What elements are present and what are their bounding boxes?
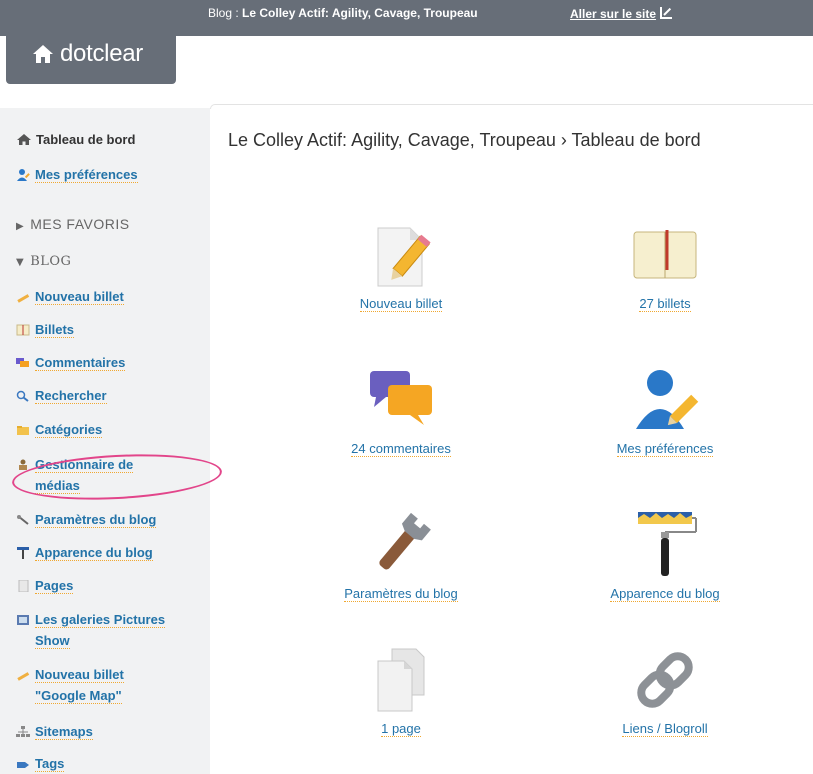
dashboard-label: Tableau de bord bbox=[36, 132, 136, 147]
favorites-label: MES FAVORIS bbox=[30, 216, 130, 232]
comments-link[interactable]: Commentaires bbox=[35, 355, 126, 371]
blog-settings-link[interactable]: Paramètres du blog bbox=[35, 512, 157, 528]
caret-down-icon: ▼ bbox=[16, 257, 25, 268]
paint-roller-icon bbox=[16, 546, 30, 559]
blog-section-label: BLOG bbox=[30, 254, 72, 269]
external-link-icon bbox=[660, 7, 673, 19]
categories-link[interactable]: Catégories bbox=[35, 422, 103, 438]
sidebar-item-search[interactable]: Rechercher bbox=[16, 388, 107, 404]
goto-site-link[interactable]: Aller sur le site bbox=[570, 6, 673, 21]
user-icon bbox=[16, 168, 30, 181]
paint-roller-icon bbox=[630, 510, 700, 580]
sitemaps-link[interactable]: Sitemaps bbox=[35, 724, 93, 740]
search-link[interactable]: Rechercher bbox=[35, 388, 107, 404]
pages-icon bbox=[366, 645, 436, 715]
sidebar-item-tags[interactable]: Tags bbox=[16, 756, 65, 772]
sidebar-item-sitemaps[interactable]: Sitemaps bbox=[16, 724, 93, 740]
pictures-show-link[interactable]: Les galeries Pictures bbox=[35, 612, 166, 628]
sidebar-item-pictures-show[interactable]: Les galeries Pictures bbox=[16, 612, 166, 628]
comments-icon bbox=[366, 365, 436, 435]
pencil-icon bbox=[16, 291, 30, 303]
sidebar-item-categories[interactable]: Catégories bbox=[16, 422, 103, 438]
new-post-icon bbox=[366, 220, 436, 290]
sidebar-item-blog-appearance[interactable]: Apparence du blog bbox=[16, 545, 153, 561]
section-favorites[interactable]: ▶ MES FAVORIS bbox=[16, 216, 130, 232]
preferences-link[interactable]: Mes préférences bbox=[35, 167, 138, 183]
sidebar-item-pages[interactable]: Pages bbox=[16, 578, 74, 594]
sidebar-item-comments[interactable]: Commentaires bbox=[16, 355, 126, 371]
tag-icon bbox=[16, 758, 30, 770]
preferences-tile-link[interactable]: Mes préférences bbox=[616, 441, 714, 457]
dotclear-logo[interactable]: dotclear bbox=[6, 22, 176, 84]
new-post-tile-link[interactable]: Nouveau billet bbox=[359, 296, 443, 312]
home-icon bbox=[33, 45, 53, 63]
pictures-show-link-line2[interactable]: Show bbox=[35, 633, 70, 649]
wrench-icon bbox=[366, 510, 436, 580]
blog-label: Blog : bbox=[208, 6, 243, 20]
breadcrumb: Le Colley Actif: Agility, Cavage, Troupe… bbox=[228, 130, 701, 150]
sitemap-icon bbox=[16, 725, 30, 738]
sidebar-item-google-map-line2[interactable]: "Google Map" bbox=[35, 688, 122, 704]
comments-icon bbox=[16, 357, 30, 369]
tile-posts[interactable]: 27 billets bbox=[590, 220, 740, 313]
pages-link[interactable]: Pages bbox=[35, 578, 74, 594]
sidebar-item-new-post[interactable]: Nouveau billet bbox=[16, 289, 124, 305]
new-post-link[interactable]: Nouveau billet bbox=[35, 289, 124, 305]
sidebar-item-preferences[interactable]: Mes préférences bbox=[16, 167, 138, 183]
chain-link-icon bbox=[630, 645, 700, 715]
tile-blog-appearance[interactable]: Apparence du blog bbox=[590, 510, 740, 603]
blog-appearance-tile-link[interactable]: Apparence du blog bbox=[610, 586, 720, 602]
blog-settings-tile-link[interactable]: Paramètres du blog bbox=[344, 586, 458, 602]
tags-link[interactable]: Tags bbox=[35, 756, 65, 772]
main-panel-border bbox=[210, 104, 813, 109]
blog-name: Le Colley Actif: Agility, Cavage, Troupe… bbox=[242, 6, 478, 20]
tile-pages[interactable]: 1 page bbox=[326, 645, 476, 738]
pencil-icon bbox=[16, 669, 30, 681]
sidebar-item-blog-settings[interactable]: Paramètres du blog bbox=[16, 512, 157, 528]
book-icon bbox=[16, 324, 30, 336]
tile-new-post[interactable]: Nouveau billet bbox=[326, 220, 476, 313]
sidebar-item-dashboard[interactable]: Tableau de bord bbox=[16, 132, 135, 147]
pages-tile-link[interactable]: 1 page bbox=[381, 721, 421, 737]
gallery-icon bbox=[16, 614, 30, 626]
comments-tile-link[interactable]: 24 commentaires bbox=[351, 441, 451, 457]
current-blog: Blog : Le Colley Actif: Agility, Cavage,… bbox=[208, 6, 478, 20]
tile-comments[interactable]: 24 commentaires bbox=[326, 365, 476, 458]
page-icon bbox=[16, 579, 30, 593]
folder-icon bbox=[16, 424, 30, 436]
book-icon bbox=[630, 220, 700, 290]
posts-link[interactable]: Billets bbox=[35, 322, 75, 338]
sidebar-item-posts[interactable]: Billets bbox=[16, 322, 75, 338]
search-icon bbox=[16, 390, 30, 402]
tile-blog-settings[interactable]: Paramètres du blog bbox=[326, 510, 476, 603]
sidebar-item-google-map[interactable]: Nouveau billet bbox=[16, 667, 124, 683]
wrench-icon bbox=[16, 514, 30, 526]
links-tile-link[interactable]: Liens / Blogroll bbox=[622, 721, 708, 737]
caret-right-icon: ▶ bbox=[16, 221, 25, 232]
posts-tile-link[interactable]: 27 billets bbox=[639, 296, 691, 312]
tile-links[interactable]: Liens / Blogroll bbox=[590, 645, 740, 738]
goto-site-label: Aller sur le site bbox=[570, 7, 657, 21]
google-map-link[interactable]: Nouveau billet bbox=[35, 667, 124, 683]
blog-appearance-link[interactable]: Apparence du blog bbox=[35, 545, 153, 561]
sidebar-item-pictures-show-line2[interactable]: Show bbox=[35, 633, 70, 649]
tile-preferences[interactable]: Mes préférences bbox=[590, 365, 740, 458]
google-map-link-line2[interactable]: "Google Map" bbox=[35, 688, 122, 704]
user-icon bbox=[630, 365, 700, 435]
brand-name: dotclear bbox=[60, 40, 143, 67]
section-blog[interactable]: ▼ BLOG bbox=[16, 254, 71, 269]
home-icon bbox=[17, 134, 31, 146]
